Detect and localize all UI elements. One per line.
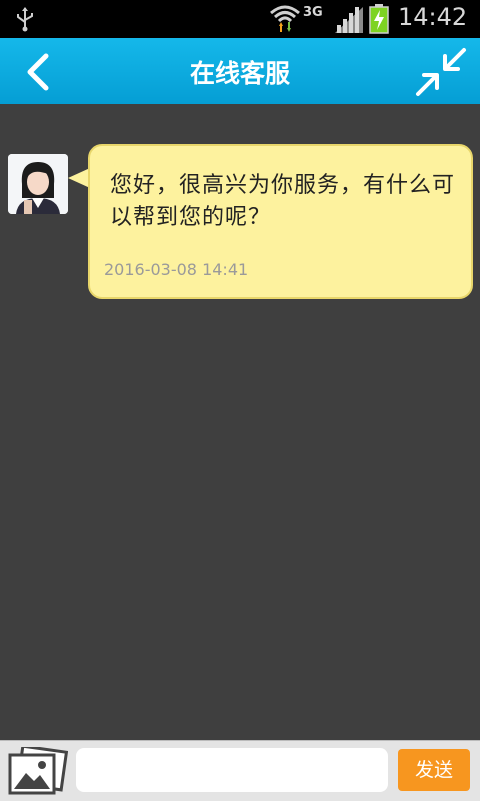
message-text: 您好，很高兴为你服务，有什么可以帮到您的呢？ [110,173,456,230]
collapse-arrows-icon[interactable] [414,46,468,98]
page-title: 在线客服 [189,59,290,88]
agent-portrait-image [8,154,68,214]
signal-icon [335,7,363,33]
title-bar: 在线客服 [0,38,480,104]
message-input[interactable] [76,748,388,792]
usb-icon [17,7,33,32]
image-picker-icon[interactable] [6,747,68,797]
composer-bar: 发送 [0,740,480,801]
send-button[interactable]: 发送 [398,749,470,791]
bubble-tail [68,168,90,188]
message-timestamp: 2016-03-08 14:41 [104,260,249,279]
network-type: 3G [303,5,323,20]
agent-avatar[interactable] [8,154,68,214]
clock: 14:42 [398,3,468,31]
status-bar: 3G 14:42 [0,0,480,38]
wifi-icon [270,5,300,32]
battery-charging-icon [369,4,389,34]
message-bubble: 您好，很高兴为你服务，有什么可以帮到您的呢？ 2016-03-08 14:41 [88,144,473,299]
